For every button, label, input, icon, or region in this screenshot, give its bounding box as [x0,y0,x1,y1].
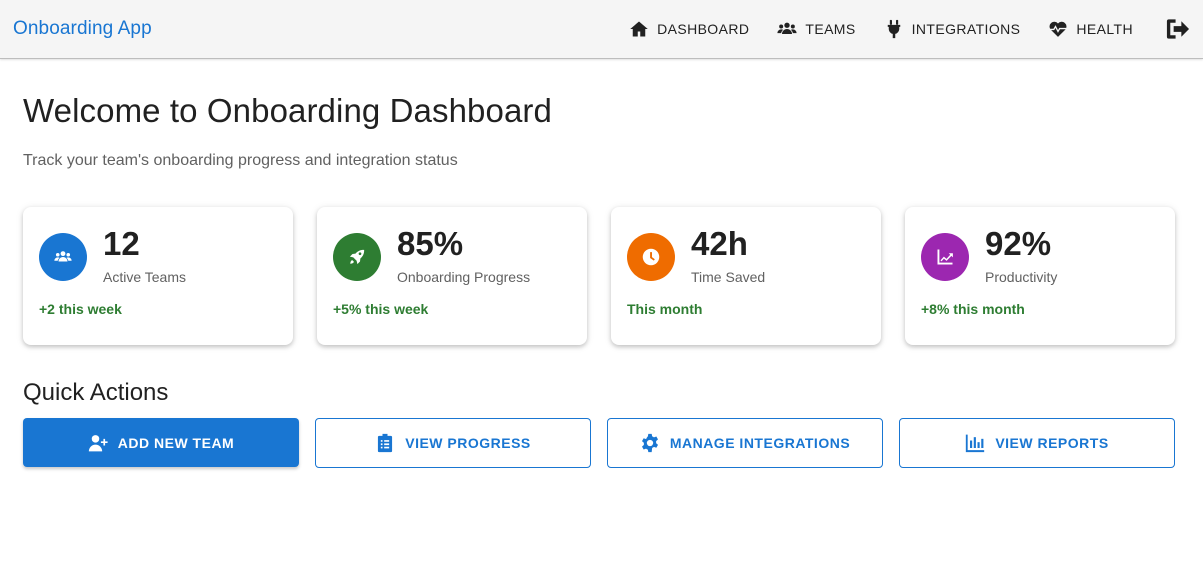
plug-icon [887,19,900,39]
stat-value: 42h [691,225,748,262]
add-new-team-button[interactable]: ADD NEW TEAM [23,418,299,467]
app-bar: Onboarding App DASHBOARD TEAMS INTEGRATI… [0,0,1203,59]
stat-label: Onboarding Progress [397,269,531,285]
heart-pulse-icon [1049,21,1067,37]
bar-chart-icon [966,434,985,453]
stat-trend: +2 this week [39,301,122,317]
view-reports-label: VIEW REPORTS [995,435,1109,451]
view-progress-label: VIEW PROGRESS [405,435,531,451]
rocket-icon [349,249,365,265]
clock-icon [642,248,660,266]
stat-label: Productivity [985,269,1058,285]
stat-trend: +5% this week [333,301,429,317]
gear-icon [641,433,658,453]
page-title: Welcome to Onboarding Dashboard [23,92,552,129]
add-new-team-label: ADD NEW TEAM [117,434,235,451]
dashboard-content: Welcome to Onboarding Dashboard Track yo… [0,92,1203,468]
manage-integrations-button[interactable]: MANAGE INTEGRATIONS [607,418,883,468]
stats-cards: 12 Active Teams +2 this week 85% Onboard… [23,207,1180,345]
clipboard-list-icon [378,433,393,453]
stat-trend: This month [627,301,703,317]
logout-button[interactable] [1165,18,1190,40]
logout-icon [1166,19,1190,39]
stat-card-active-teams: 12 Active Teams +2 this week [23,207,293,345]
nav-teams[interactable]: TEAMS [777,19,855,39]
users-icon [777,22,797,34]
stat-icon-circle [39,233,87,281]
nav-health[interactable]: HEALTH [1048,19,1133,39]
trending-up-icon [937,249,953,265]
view-progress-button[interactable]: VIEW PROGRESS [315,418,591,468]
manage-integrations-label: MANAGE INTEGRATIONS [669,435,851,451]
view-reports-button[interactable]: VIEW REPORTS [899,418,1175,468]
nav-health-label: HEALTH [1076,21,1133,37]
stat-value: 12 [103,225,140,262]
quick-actions: ADD NEW TEAM VIEW PROGRESS MANAGE INTEGR… [23,418,1180,468]
stat-trend: +8% this month [921,301,1025,317]
home-icon [630,21,648,37]
stat-icon-circle [333,233,381,281]
nav-integrations[interactable]: INTEGRATIONS [884,19,1021,39]
stat-icon-circle [921,233,969,281]
stat-card-time-saved: 42h Time Saved This month [611,207,881,345]
nav-dashboard[interactable]: DASHBOARD [629,19,749,39]
stat-value: 92% [985,225,1052,262]
stat-card-productivity: 92% Productivity +8% this month [905,207,1175,345]
user-plus-icon [88,434,108,451]
stat-label: Active Teams [103,269,186,285]
nav-dashboard-label: DASHBOARD [657,21,750,37]
stat-label: Time Saved [691,269,766,285]
stat-card-onboarding-progress: 85% Onboarding Progress +5% this week [317,207,587,345]
nav-teams-label: TEAMS [805,21,856,37]
users-icon [54,251,72,262]
page-subtitle: Track your team's onboarding progress an… [23,152,458,169]
app-brand[interactable]: Onboarding App [13,18,152,40]
stat-value: 85% [397,225,464,262]
stat-icon-circle [627,233,675,281]
nav-integrations-label: INTEGRATIONS [911,21,1021,37]
quick-actions-title: Quick Actions [23,379,169,406]
main-nav: DASHBOARD TEAMS INTEGRATIONS HEALTH [601,0,1190,58]
